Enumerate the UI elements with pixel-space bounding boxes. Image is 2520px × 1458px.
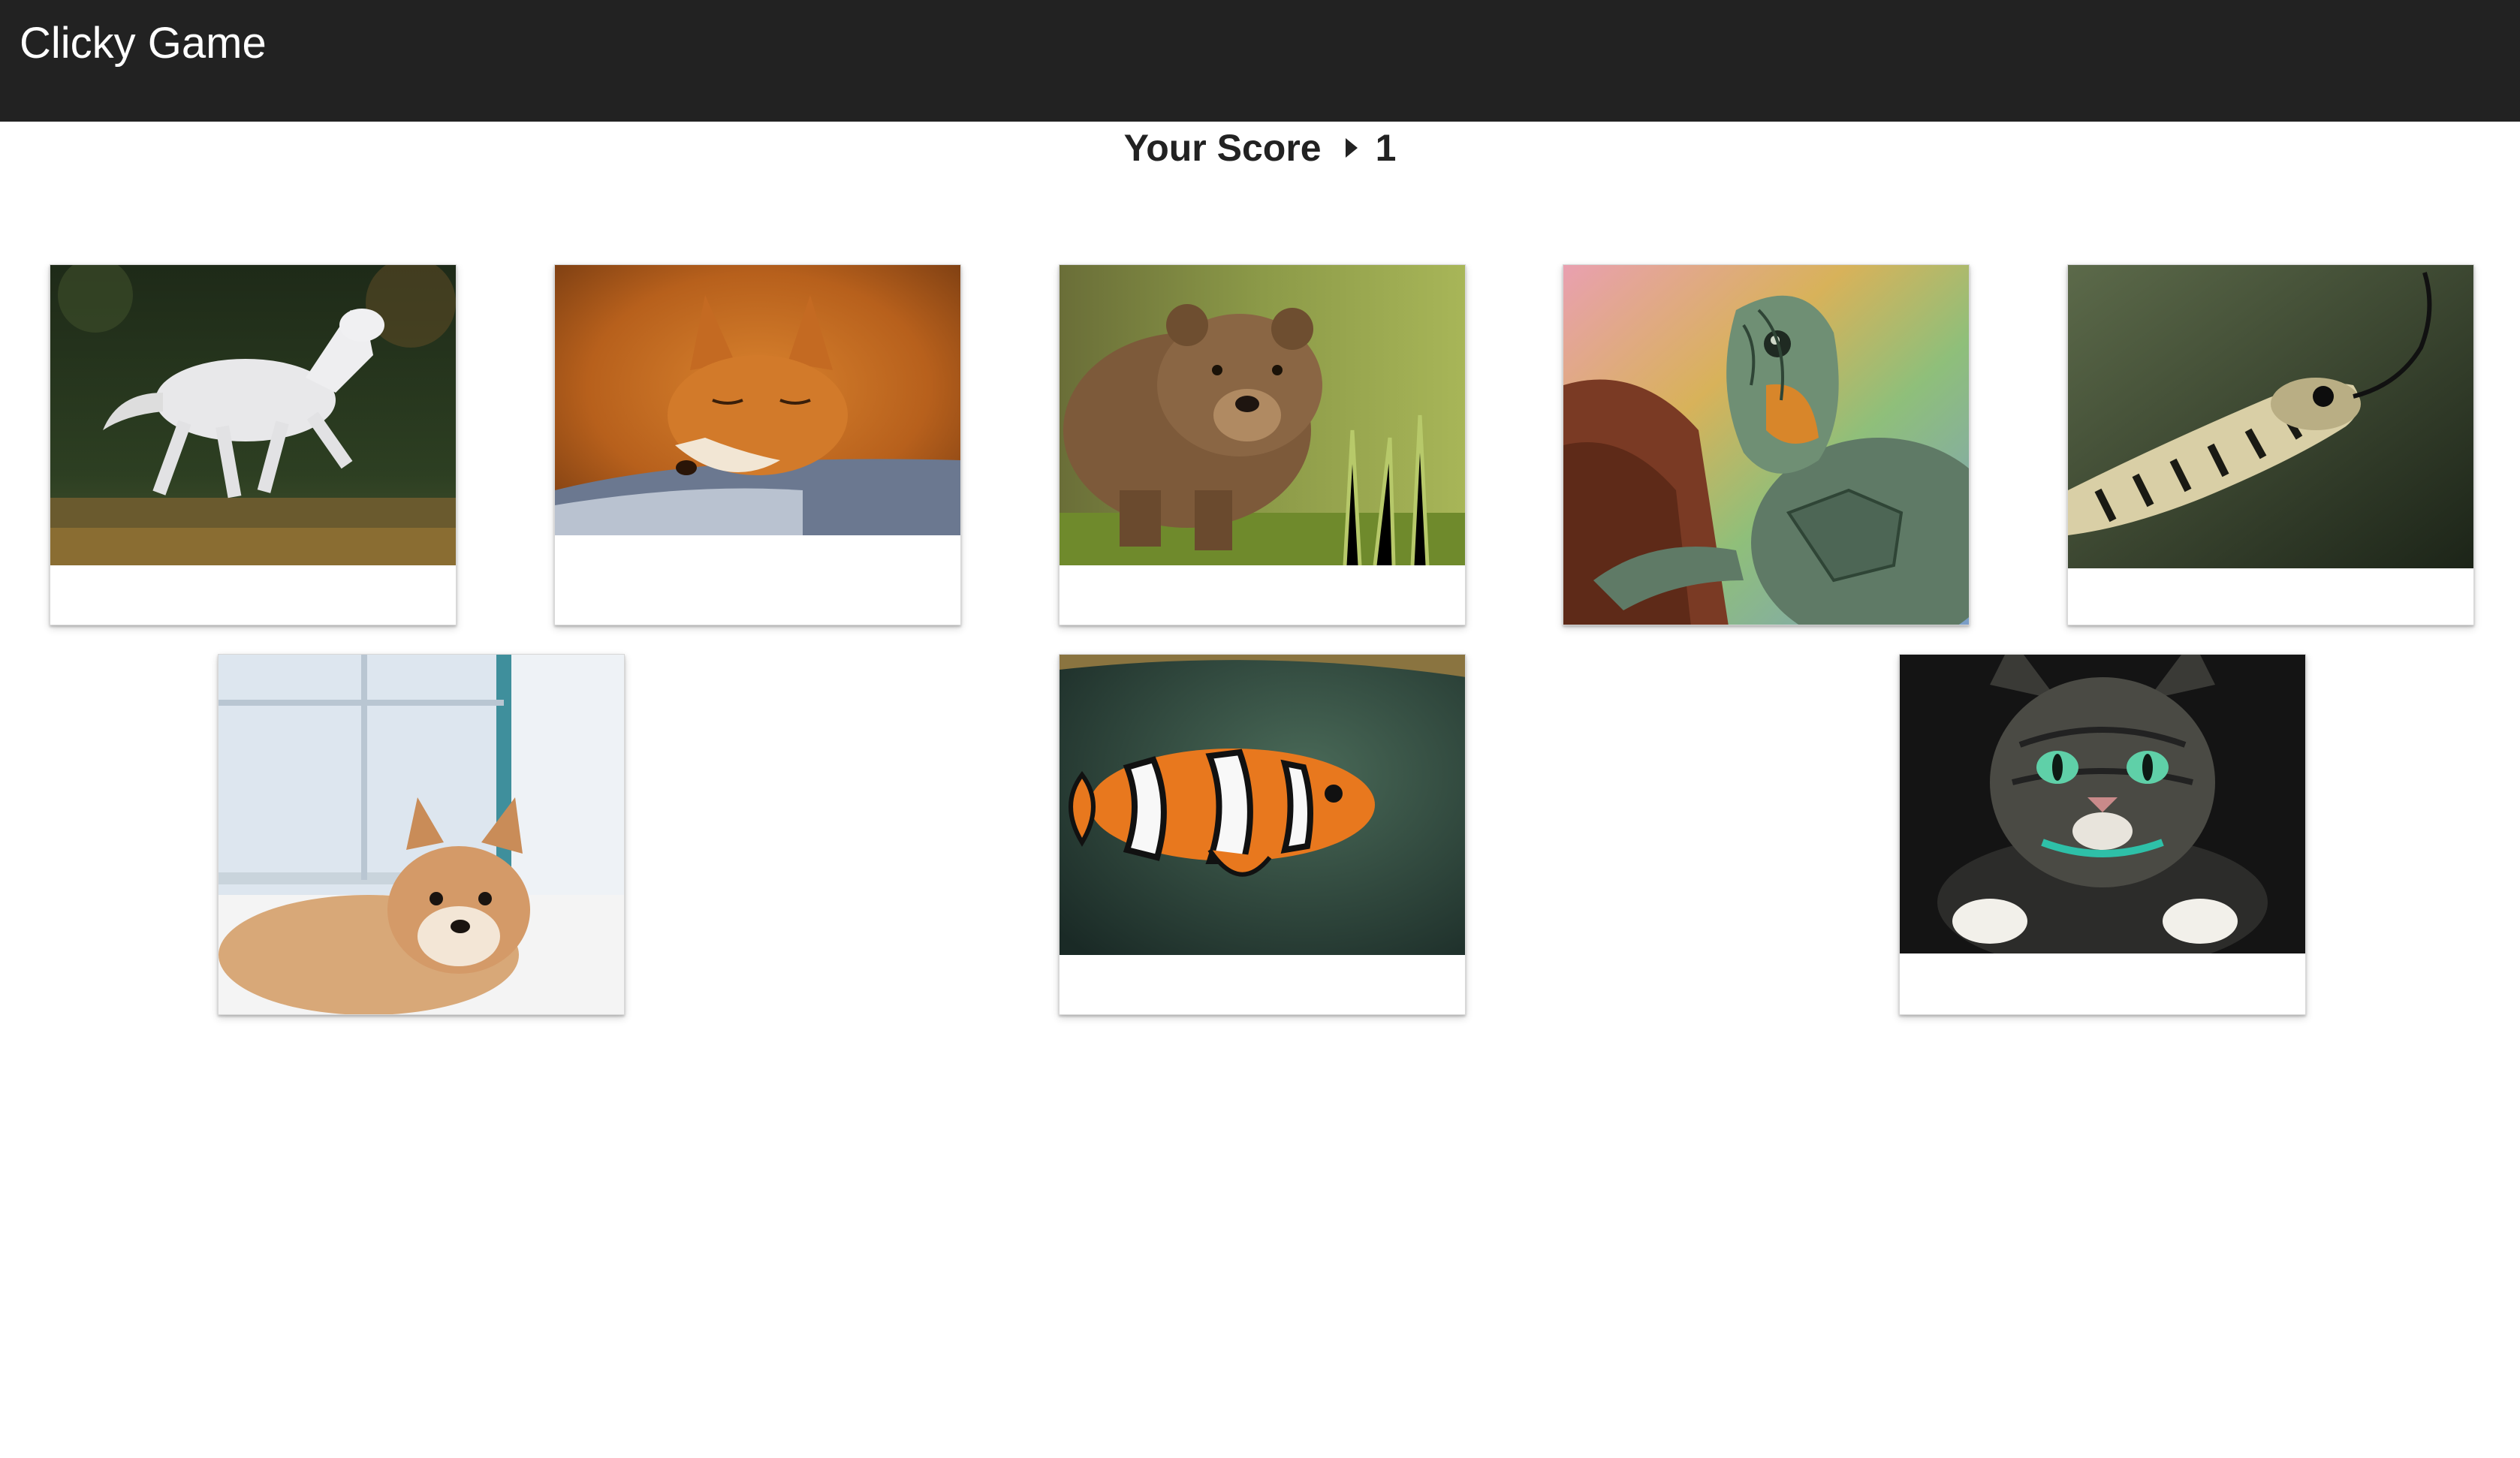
bear-image bbox=[1060, 265, 1465, 565]
navbar: Clicky Game bbox=[0, 0, 2520, 122]
card-snake[interactable] bbox=[2067, 264, 2474, 625]
clownfish-image bbox=[1060, 655, 1465, 955]
brand-title[interactable]: Clicky Game bbox=[20, 17, 267, 71]
snake-image bbox=[2068, 265, 2473, 568]
dog-image bbox=[219, 655, 624, 1014]
score-value: 1 bbox=[1375, 127, 1397, 169]
card-cat[interactable] bbox=[1899, 654, 2306, 1015]
card-bear[interactable] bbox=[1059, 264, 1466, 625]
card-horse[interactable] bbox=[50, 264, 457, 625]
cat-image bbox=[1900, 655, 2305, 953]
card-fox[interactable] bbox=[554, 264, 961, 625]
fox-image bbox=[555, 265, 960, 535]
card-dog[interactable] bbox=[218, 654, 625, 1015]
card-clownfish[interactable] bbox=[1059, 654, 1466, 1015]
caret-right-icon bbox=[1344, 137, 1359, 159]
score-label: Your Score bbox=[1123, 127, 1322, 169]
score-display: Your Score 1 bbox=[0, 122, 2520, 174]
card-turtle[interactable] bbox=[1563, 264, 1970, 625]
turtle-image bbox=[1563, 265, 1969, 625]
horse-image bbox=[50, 265, 456, 565]
